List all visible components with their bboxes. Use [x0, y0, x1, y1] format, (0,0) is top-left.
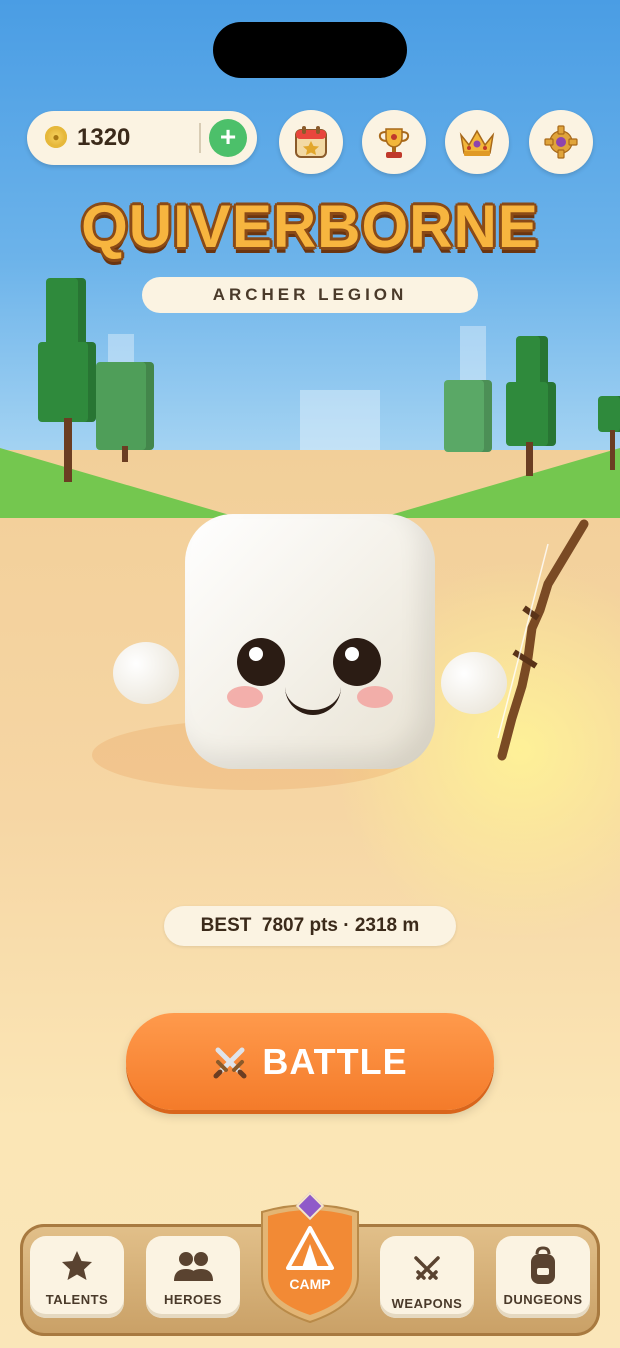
hero-cheek [357, 686, 393, 708]
tree [498, 336, 558, 476]
nav-talents[interactable]: TALENTS [30, 1236, 124, 1318]
best-distance: 2318 m [354, 915, 420, 936]
nav-heroes-label: HEROES [164, 1292, 222, 1307]
battle-label: BATTLE [262, 1040, 408, 1082]
nav-weapons[interactable]: WEAPONS [380, 1236, 474, 1318]
nav-dungeons-label: DUNGEONS [503, 1292, 583, 1307]
tree [96, 362, 156, 462]
hero-left-hand [113, 642, 179, 704]
coin-amount: 1320 [77, 124, 131, 151]
star-icon [30, 1248, 124, 1284]
game-title: QUIVERBORNE [81, 193, 539, 260]
hero-mouth [285, 682, 341, 715]
tree [38, 278, 98, 484]
swords-icon [380, 1248, 474, 1284]
bow-icon [497, 519, 589, 761]
hero-cheek [227, 686, 263, 708]
nav-weapons-label: WEAPONS [391, 1296, 463, 1311]
trophy-button[interactable] [362, 110, 426, 174]
tree [444, 380, 494, 460]
best-separator: · [343, 915, 350, 936]
nav-talents-label: TALENTS [45, 1292, 109, 1307]
device-notch [213, 22, 407, 78]
distant-haze [300, 390, 380, 450]
settings-button[interactable] [529, 110, 593, 174]
crossed-swords-icon [213, 1047, 247, 1078]
heroes-icon [146, 1248, 240, 1284]
nav-dungeons[interactable]: DUNGEONS [496, 1236, 590, 1318]
add-coins-button[interactable]: + [209, 119, 247, 157]
backpack-icon [496, 1246, 590, 1284]
game-subtitle: ARCHER LEGION [142, 277, 478, 313]
hero-eye [333, 638, 381, 686]
battle-button[interactable]: BATTLE [126, 1013, 494, 1110]
coin-balance: ● 1320 + [27, 111, 257, 165]
best-score-pill: BEST 7807 pts · 2318 m [164, 906, 456, 946]
hero-eye [237, 638, 285, 686]
hero-character [185, 514, 435, 769]
calendar-button[interactable] [279, 110, 343, 174]
coin-icon: ● [45, 126, 67, 148]
crown-button[interactable] [445, 110, 509, 174]
tree [598, 396, 620, 476]
nav-heroes[interactable]: HEROES [146, 1236, 240, 1318]
divider [199, 123, 201, 153]
nav-camp-label: CAMP [289, 1276, 331, 1292]
settings-icon [529, 110, 593, 174]
best-points: 7807 pts [261, 915, 338, 936]
trophy-icon [362, 110, 426, 174]
calendar-icon [279, 110, 343, 174]
best-label: BEST [200, 915, 252, 936]
crown-icon [445, 110, 509, 174]
